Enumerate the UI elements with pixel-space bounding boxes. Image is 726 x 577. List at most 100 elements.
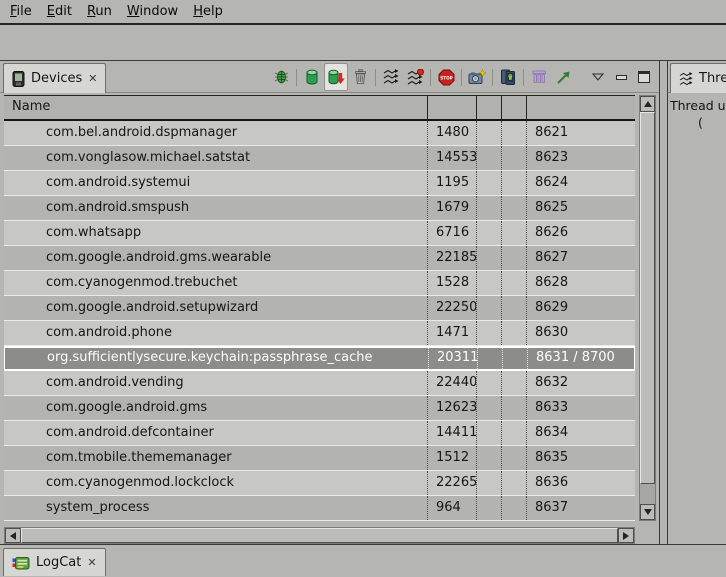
toolbar-separator [492, 69, 493, 86]
logcat-pane: LogCat ✕ [0, 544, 726, 575]
table-row[interactable]: com.google.android.gms126238633 [4, 396, 635, 421]
port-cell: 8629 [527, 296, 635, 320]
toolbar-separator [523, 69, 524, 86]
threads-message-line1: Thread up [670, 97, 726, 114]
status-cell-2 [502, 121, 527, 145]
method-profiling-button[interactable] [403, 63, 427, 91]
port-cell: 8632 [527, 371, 635, 395]
dump-hprof-button[interactable] [324, 63, 348, 91]
table-row[interactable]: com.android.vending224408632 [4, 371, 635, 396]
status-cell-1 [477, 121, 502, 145]
status-cell-1 [477, 471, 502, 495]
threads-profiling-red-dot-icon [407, 69, 424, 85]
debug-button[interactable] [269, 63, 293, 91]
main-toolbar [0, 25, 726, 60]
process-name-cell: com.whatsapp [4, 221, 428, 245]
close-icon[interactable]: ✕ [87, 556, 96, 569]
threads-pane: Threads Thread up ( [667, 61, 726, 544]
table-row[interactable]: com.android.smspush16798625 [4, 196, 635, 221]
devices-tabrow: Devices ✕ [0, 61, 659, 93]
status-cell-1 [477, 146, 502, 170]
pid-cell: 1679 [428, 196, 477, 220]
menubar: File Edit Run Window Help [0, 0, 726, 25]
table-row[interactable]: com.cyanogenmod.lockclock222658636 [4, 471, 635, 496]
table-row[interactable]: com.google.android.setupwizard222508629 [4, 296, 635, 321]
table-row[interactable]: com.android.systemui11958624 [4, 171, 635, 196]
scroll-down-button[interactable] [640, 504, 655, 520]
table-row[interactable]: com.android.phone14718630 [4, 321, 635, 346]
cause-gc-button[interactable] [348, 63, 372, 91]
process-name-cell: system_process [4, 496, 428, 520]
trash-icon [354, 69, 367, 85]
maximize-button[interactable] [635, 66, 653, 88]
minimize-button[interactable] [612, 66, 630, 88]
menu-window[interactable]: Window [127, 4, 178, 19]
column-header-port[interactable] [527, 96, 635, 119]
device-view-button[interactable] [496, 63, 520, 91]
triangle-down-icon [644, 509, 652, 515]
column-header-name[interactable]: Name [4, 96, 428, 119]
screen-capture-button[interactable] [465, 63, 489, 91]
process-name-cell: com.tmobile.thememanager [4, 446, 428, 470]
table-row[interactable]: system_process9648637 [4, 496, 635, 521]
menu-help[interactable]: Help [193, 4, 223, 19]
update-heap-button[interactable] [300, 63, 324, 91]
process-name-cell: com.cyanogenmod.trebuchet [4, 271, 428, 295]
port-cell: 8628 [527, 271, 635, 295]
scroll-left-button[interactable] [5, 528, 21, 543]
tab-logcat[interactable]: LogCat ✕ [3, 548, 106, 576]
pid-cell: 22265 [428, 471, 477, 495]
process-name-cell: com.google.android.gms.wearable [4, 246, 428, 270]
column-header-blank1[interactable] [477, 96, 502, 119]
table-row[interactable]: com.bel.android.dspmanager14808621 [4, 121, 635, 146]
tab-devices[interactable]: Devices ✕ [3, 63, 106, 93]
view-menu-button[interactable] [589, 66, 607, 88]
pid-cell: 12623 [428, 396, 477, 420]
devices-toolbar: STOP [269, 61, 653, 93]
split-sash[interactable] [660, 61, 667, 544]
scroll-up-button[interactable] [640, 96, 655, 112]
vertical-scrollbar[interactable] [639, 95, 656, 521]
vertical-scroll-thumb[interactable] [640, 112, 655, 484]
column-header-pid[interactable] [428, 96, 477, 119]
port-cell: 8637 [527, 496, 635, 520]
menu-file[interactable]: File [10, 4, 32, 19]
tab-threads[interactable]: Threads [670, 63, 726, 93]
menu-run[interactable]: Run [87, 4, 112, 19]
chevron-down-icon [592, 73, 604, 81]
table-row[interactable]: com.cyanogenmod.trebuchet15288628 [4, 271, 635, 296]
pid-cell: 22440 [428, 371, 477, 395]
table-row[interactable]: com.google.android.gms.wearable221858627 [4, 246, 635, 271]
table-row[interactable]: com.tmobile.thememanager15128635 [4, 446, 635, 471]
scroll-right-button[interactable] [618, 528, 634, 543]
port-cell: 8635 [527, 446, 635, 470]
column-header-blank2[interactable] [502, 96, 527, 119]
toolbar-separator [461, 69, 462, 86]
horizontal-scroll-thumb[interactable] [21, 528, 618, 543]
triangle-up-icon [644, 101, 652, 107]
horizontal-scrollbar[interactable] [4, 527, 635, 544]
port-cell: 8624 [527, 171, 635, 195]
process-name-cell: com.vonglasow.michael.satstat [4, 146, 428, 170]
triangle-left-icon [10, 532, 16, 540]
status-cell-1 [477, 446, 502, 470]
tab-devices-label: Devices [31, 71, 82, 86]
stop-process-button[interactable]: STOP [434, 63, 458, 91]
phone-icon [12, 71, 25, 87]
table-row[interactable]: com.whatsapp67168626 [4, 221, 635, 246]
status-cell-2 [502, 496, 527, 520]
view-hierarchy-button[interactable] [527, 63, 551, 91]
table-row[interactable]: org.sufficientlysecure.keychain:passphra… [4, 346, 635, 371]
update-threads-button[interactable] [379, 63, 403, 91]
port-cell: 8627 [527, 246, 635, 270]
close-icon[interactable]: ✕ [88, 72, 97, 85]
systrace-button[interactable] [551, 63, 575, 91]
threads-message: Thread up ( [670, 97, 726, 131]
status-cell-1 [478, 348, 503, 369]
status-cell-2 [502, 171, 527, 195]
table-row[interactable]: com.android.defcontainer144118634 [4, 421, 635, 446]
menu-edit[interactable]: Edit [47, 4, 72, 19]
toolbar-separator [296, 69, 297, 86]
bug-icon [273, 69, 290, 85]
table-row[interactable]: com.vonglasow.michael.satstat145538623 [4, 146, 635, 171]
